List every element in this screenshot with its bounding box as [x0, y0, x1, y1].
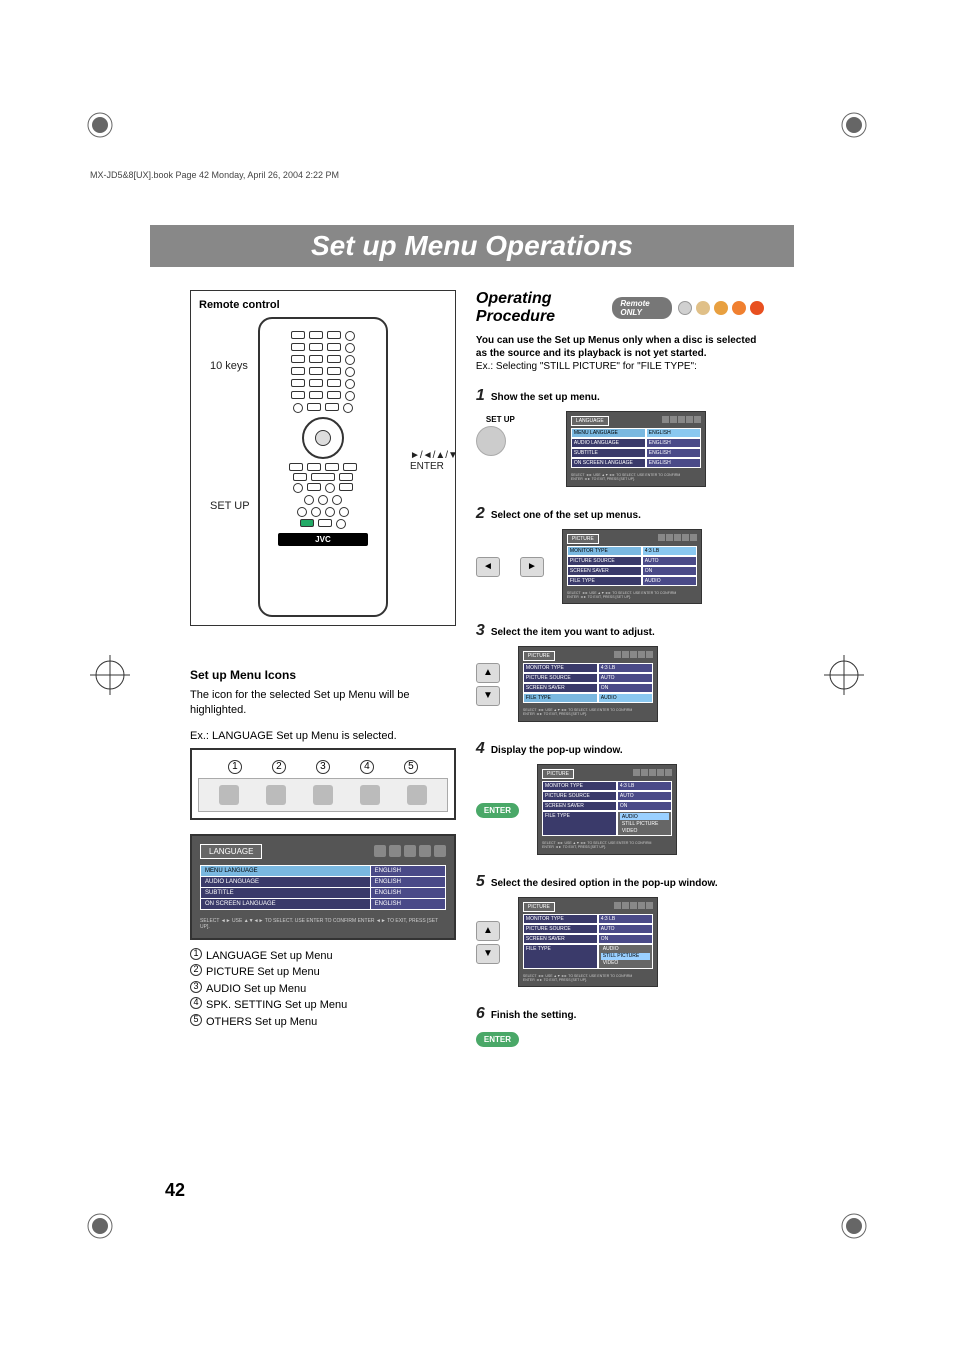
- osd-step2: PICTURE MONITOR TYPE4:3 LB PICTURE SOURC…: [562, 529, 702, 605]
- speaker-icon: [360, 785, 380, 805]
- circled-2: 2: [272, 760, 286, 774]
- legend-list: 1LANGUAGE Set up Menu 2PICTURE Set up Me…: [190, 948, 456, 1031]
- right-arrow-btn[interactable]: ►: [520, 557, 544, 577]
- osd-step4: PICTURE MONITOR TYPE4:3 LB PICTURE SOURC…: [537, 764, 677, 855]
- callout-10keys: 10 keys: [210, 360, 248, 372]
- osd-step1: LANGUAGE MENU LANGUAGEENGLISH AUDIO LANG…: [566, 411, 706, 487]
- remote-box-heading: Remote control: [199, 299, 447, 311]
- enter-pill[interactable]: ENTER: [476, 1032, 519, 1047]
- osd-step5: PICTURE MONITOR TYPE4:3 LB PICTURE SOURC…: [518, 897, 658, 988]
- callout-setup: SET UP: [210, 500, 250, 512]
- osd-footer: SELECT ◄► USE ▲▼◄► TO SELECT. USE ENTER …: [200, 918, 446, 930]
- up-arrow-btn[interactable]: ▲: [476, 921, 500, 941]
- circled-1: 1: [228, 760, 242, 774]
- enter-pill[interactable]: ENTER: [476, 803, 519, 818]
- osd-tab-name: LANGUAGE: [200, 844, 262, 859]
- remote-brand: JVC: [278, 533, 368, 546]
- callout-enter: ►/◄/▲/▼ENTER: [410, 450, 458, 472]
- crop-mark-icon: [85, 1211, 115, 1241]
- operating-heading: Operating Procedure: [476, 290, 606, 326]
- picture-icon: [266, 785, 286, 805]
- step-3: 3Select the item you want to adjust. ▲ ▼…: [476, 622, 764, 722]
- step-5: 5Select the desired option in the pop-up…: [476, 873, 764, 988]
- left-arrow-btn[interactable]: ◄: [476, 557, 500, 577]
- crop-mark-icon: [839, 1211, 869, 1241]
- remote-outline: JVC: [258, 317, 388, 617]
- circled-5: 5: [404, 760, 418, 774]
- setup-icons-heading: Set up Menu Icons: [190, 668, 456, 682]
- remote-only-badge: Remote ONLY: [612, 297, 672, 319]
- audio-icon: [313, 785, 333, 805]
- page-header-line: MX-JD5&8[UX].book Page 42 Monday, April …: [90, 170, 864, 180]
- circled-4: 4: [360, 760, 374, 774]
- page-title-text: Set up Menu Operations: [311, 230, 633, 262]
- others-icon: [407, 785, 427, 805]
- setup-icons-desc: The icon for the selected Set up Menu wi…: [190, 688, 456, 718]
- step-1: 1Show the set up menu. SET UP LANGUAGE M…: [476, 387, 764, 487]
- icon-row-box: 1 2 3 4 5: [190, 748, 456, 820]
- osd-step3: PICTURE MONITOR TYPE4:3 LB PICTURE SOURC…: [518, 646, 658, 722]
- down-arrow-btn[interactable]: ▼: [476, 686, 500, 706]
- language-icon: [219, 785, 239, 805]
- setup-icons-example: Ex.: LANGUAGE Set up Menu is selected.: [190, 730, 456, 742]
- page-number: 42: [165, 1180, 185, 1201]
- crop-mark-icon: [85, 110, 115, 140]
- left-column: Remote control: [190, 290, 456, 1171]
- circled-3: 3: [316, 760, 330, 774]
- step-4: 4Display the pop-up window. ENTER PICTUR…: [476, 740, 764, 855]
- registration-target-icon: [90, 655, 130, 695]
- disc-indicator-dots: [678, 301, 764, 315]
- right-column: Operating Procedure Remote ONLY You can …: [476, 290, 764, 1171]
- step-6: 6Finish the setting. ENTER: [476, 1005, 764, 1047]
- up-arrow-btn[interactable]: ▲: [476, 663, 500, 683]
- crop-mark-icon: [839, 110, 869, 140]
- osd-language-box: LANGUAGE MENU LANGUAGEENGLISH AUDIO LANG…: [190, 834, 456, 940]
- page-title-bar: Set up Menu Operations: [150, 225, 794, 267]
- setup-key-label: SET UP: [486, 415, 548, 424]
- registration-target-icon: [824, 655, 864, 695]
- down-arrow-btn[interactable]: ▼: [476, 944, 500, 964]
- step-2: 2Select one of the set up menus. ◄ ► PIC…: [476, 505, 764, 605]
- intro-text: You can use the Set up Menus only when a…: [476, 334, 764, 373]
